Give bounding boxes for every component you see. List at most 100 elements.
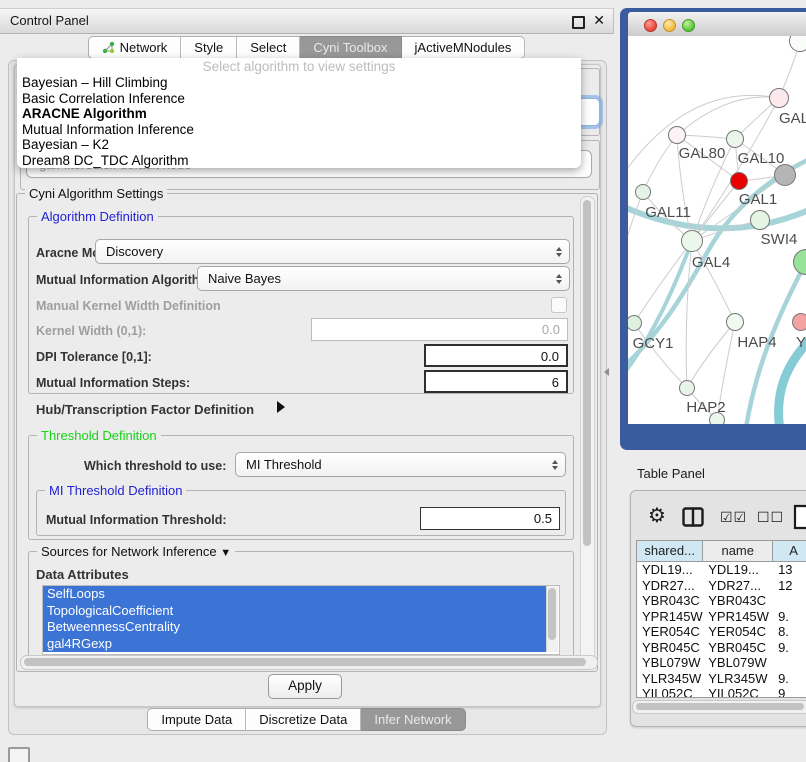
table-cell: YDL19...: [637, 562, 703, 578]
list-scrollbar[interactable]: [546, 586, 558, 652]
algorithm-option-bayesian-hill-climbing[interactable]: Bayesian – Hill Climbing: [17, 75, 581, 91]
node-hap4[interactable]: [726, 313, 744, 331]
node-gal-partial[interactable]: [769, 88, 789, 108]
node-y-partial[interactable]: [792, 313, 806, 331]
manual-kernel-checkbox: [551, 297, 567, 313]
table-row[interactable]: YBR043CYBR043C: [637, 593, 806, 609]
float-panel-icon[interactable]: [572, 16, 585, 29]
node-gal80[interactable]: [668, 126, 686, 144]
sources-title-text: Sources for Network Inference: [41, 544, 217, 559]
node-gal1[interactable]: [730, 172, 748, 190]
close-panel-icon[interactable]: ✕: [593, 12, 605, 29]
select-columns-icon[interactable]: ☑☑: [720, 509, 747, 526]
table-row[interactable]: YDL19...YDL19...13: [637, 562, 806, 578]
mi-threshold-label: Mutual Information Threshold:: [46, 513, 227, 527]
algorithm-option-aracne-algorithm[interactable]: ARACNE Algorithm: [17, 106, 581, 122]
attribute-item-gal4rgexp[interactable]: gal4RGexp: [43, 636, 550, 653]
table-horizontal-scrollbar[interactable]: [632, 700, 806, 714]
column-header-shared[interactable]: shared...: [637, 541, 703, 561]
table-cell: YER054C: [703, 624, 773, 640]
node-label-y: Y: [796, 334, 806, 351]
table-row[interactable]: YPR145WYPR145W9.: [637, 609, 806, 625]
table-row[interactable]: YBR045CYBR045C9.: [637, 640, 806, 656]
dpi-tolerance-label: DPI Tolerance [0,1]:: [36, 350, 152, 364]
attribute-item-betweennesscentrality[interactable]: BetweennessCentrality: [43, 619, 550, 636]
tab-cyni-toolbox[interactable]: Cyni Toolbox: [300, 36, 401, 59]
table-toolbar: ⚙ ☑☑ ☐☐: [630, 498, 806, 538]
table-cell: [773, 593, 806, 609]
collapsed-arrow-icon[interactable]: [277, 401, 285, 413]
mi-threshold-field[interactable]: 0.5: [420, 507, 560, 530]
table-header-row: shared...nameA: [637, 541, 806, 562]
columns-icon[interactable]: [682, 507, 704, 527]
control-panel-title: Control Panel: [10, 13, 89, 28]
tab-label: Select: [250, 40, 286, 55]
attribute-item-topologicalcoefficient[interactable]: TopologicalCoefficient: [43, 603, 550, 620]
algorithm-option-basic-correlation-inference[interactable]: Basic Correlation Inference: [17, 91, 581, 107]
expanded-arrow-icon[interactable]: ▼: [220, 547, 231, 559]
attribute-item-selfloops[interactable]: SelfLoops: [43, 586, 550, 603]
node-label-gal80: GAL80: [679, 145, 726, 162]
tab-select[interactable]: Select: [237, 36, 300, 59]
hub-definition-label[interactable]: Hub/Transcription Factor Definition: [36, 402, 254, 417]
table-row[interactable]: YIL052CYIL052C9: [637, 686, 806, 698]
table-cell: [773, 655, 806, 671]
node-swi4[interactable]: [750, 210, 770, 230]
table-cell: 9.: [773, 640, 806, 656]
column-header-name[interactable]: name: [703, 541, 773, 561]
node-gal11[interactable]: [635, 184, 651, 200]
table-cell: YIL052C: [703, 686, 773, 698]
mi-steps-label: Mutual Information Steps:: [36, 376, 190, 390]
algorithm-option-dream8-dc-tdc-algorithm[interactable]: Dream8 DC_TDC Algorithm: [17, 153, 581, 169]
table-cell: 12: [773, 578, 806, 594]
table-cell: 9.: [773, 671, 806, 687]
minimized-panel-icon[interactable]: [8, 747, 30, 762]
apply-button[interactable]: Apply: [268, 674, 342, 699]
node-gal4[interactable]: [681, 230, 703, 252]
close-window-icon[interactable]: [644, 19, 657, 32]
algorithm-option-bayesian-k2[interactable]: Bayesian – K2: [17, 137, 581, 153]
which-threshold-value: MI Threshold: [246, 457, 322, 472]
dpi-tolerance-field[interactable]: 0.0: [424, 344, 568, 367]
tab-style[interactable]: Style: [181, 36, 237, 59]
node-gray[interactable]: [774, 164, 796, 186]
aracne-mode-value: Discovery: [106, 244, 163, 259]
tab-network[interactable]: Network: [88, 36, 182, 59]
kernel-width-label: Kernel Width (0,1):: [36, 324, 146, 338]
column-header-a[interactable]: A: [773, 541, 806, 561]
network-canvas[interactable]: GALGAL80GAL10GAL1GAL11SWI4GAL4GCY1HAP4YH…: [628, 36, 806, 424]
mi-type-combobox[interactable]: Naive Bayes: [197, 266, 570, 291]
tab-label: Network: [120, 40, 168, 55]
node-table[interactable]: shared...nameA YDL19...YDL19...13YDR27..…: [636, 540, 806, 698]
document-icon[interactable]: [793, 504, 806, 530]
settings-vertical-scrollbar[interactable]: [580, 196, 595, 661]
minimize-window-icon[interactable]: [663, 19, 676, 32]
table-row[interactable]: YLR345WYLR345W9.: [637, 671, 806, 687]
control-panel-tabs: Network Style Select Cyni ToolboxjActiveMNo…: [0, 36, 613, 59]
data-attributes-list[interactable]: SelfLoopsTopologicalCoefficientBetweenne…: [42, 585, 560, 655]
panel-collapse-arrow[interactable]: [604, 368, 609, 376]
which-threshold-combobox[interactable]: MI Threshold: [235, 452, 566, 477]
tab-infer-network[interactable]: Infer Network: [361, 708, 465, 731]
table-row[interactable]: YDR27...YDR27...12: [637, 578, 806, 594]
node-bottom-partial[interactable]: [709, 412, 725, 424]
network-window-titlebar[interactable]: [628, 12, 806, 37]
mi-steps-field[interactable]: 6: [424, 370, 568, 393]
zoom-window-icon[interactable]: [682, 19, 695, 32]
table-cell: 13: [773, 562, 806, 578]
network-tab-icon: [102, 41, 115, 54]
aracne-mode-combobox[interactable]: Discovery: [95, 239, 570, 264]
tab-impute-data[interactable]: Impute Data: [147, 708, 246, 731]
algorithm-option-mutual-information-inference[interactable]: Mutual Information Inference: [17, 122, 581, 138]
deselect-columns-icon[interactable]: ☐☐: [757, 509, 784, 526]
node-gal10[interactable]: [726, 130, 744, 148]
algorithm-definition-title: Algorithm Definition: [37, 209, 158, 224]
node-hap2[interactable]: [679, 380, 695, 396]
tab-jactivemnodules[interactable]: jActiveMNodules: [402, 36, 526, 59]
gear-icon[interactable]: ⚙: [648, 503, 666, 528]
table-row[interactable]: YBL079WYBL079W: [637, 655, 806, 671]
table-row[interactable]: YER054CYER054C8.: [637, 624, 806, 640]
stepper-icon: [556, 274, 562, 284]
tab-discretize-data[interactable]: Discretize Data: [246, 708, 361, 731]
settings-horizontal-scrollbar[interactable]: [20, 655, 598, 670]
